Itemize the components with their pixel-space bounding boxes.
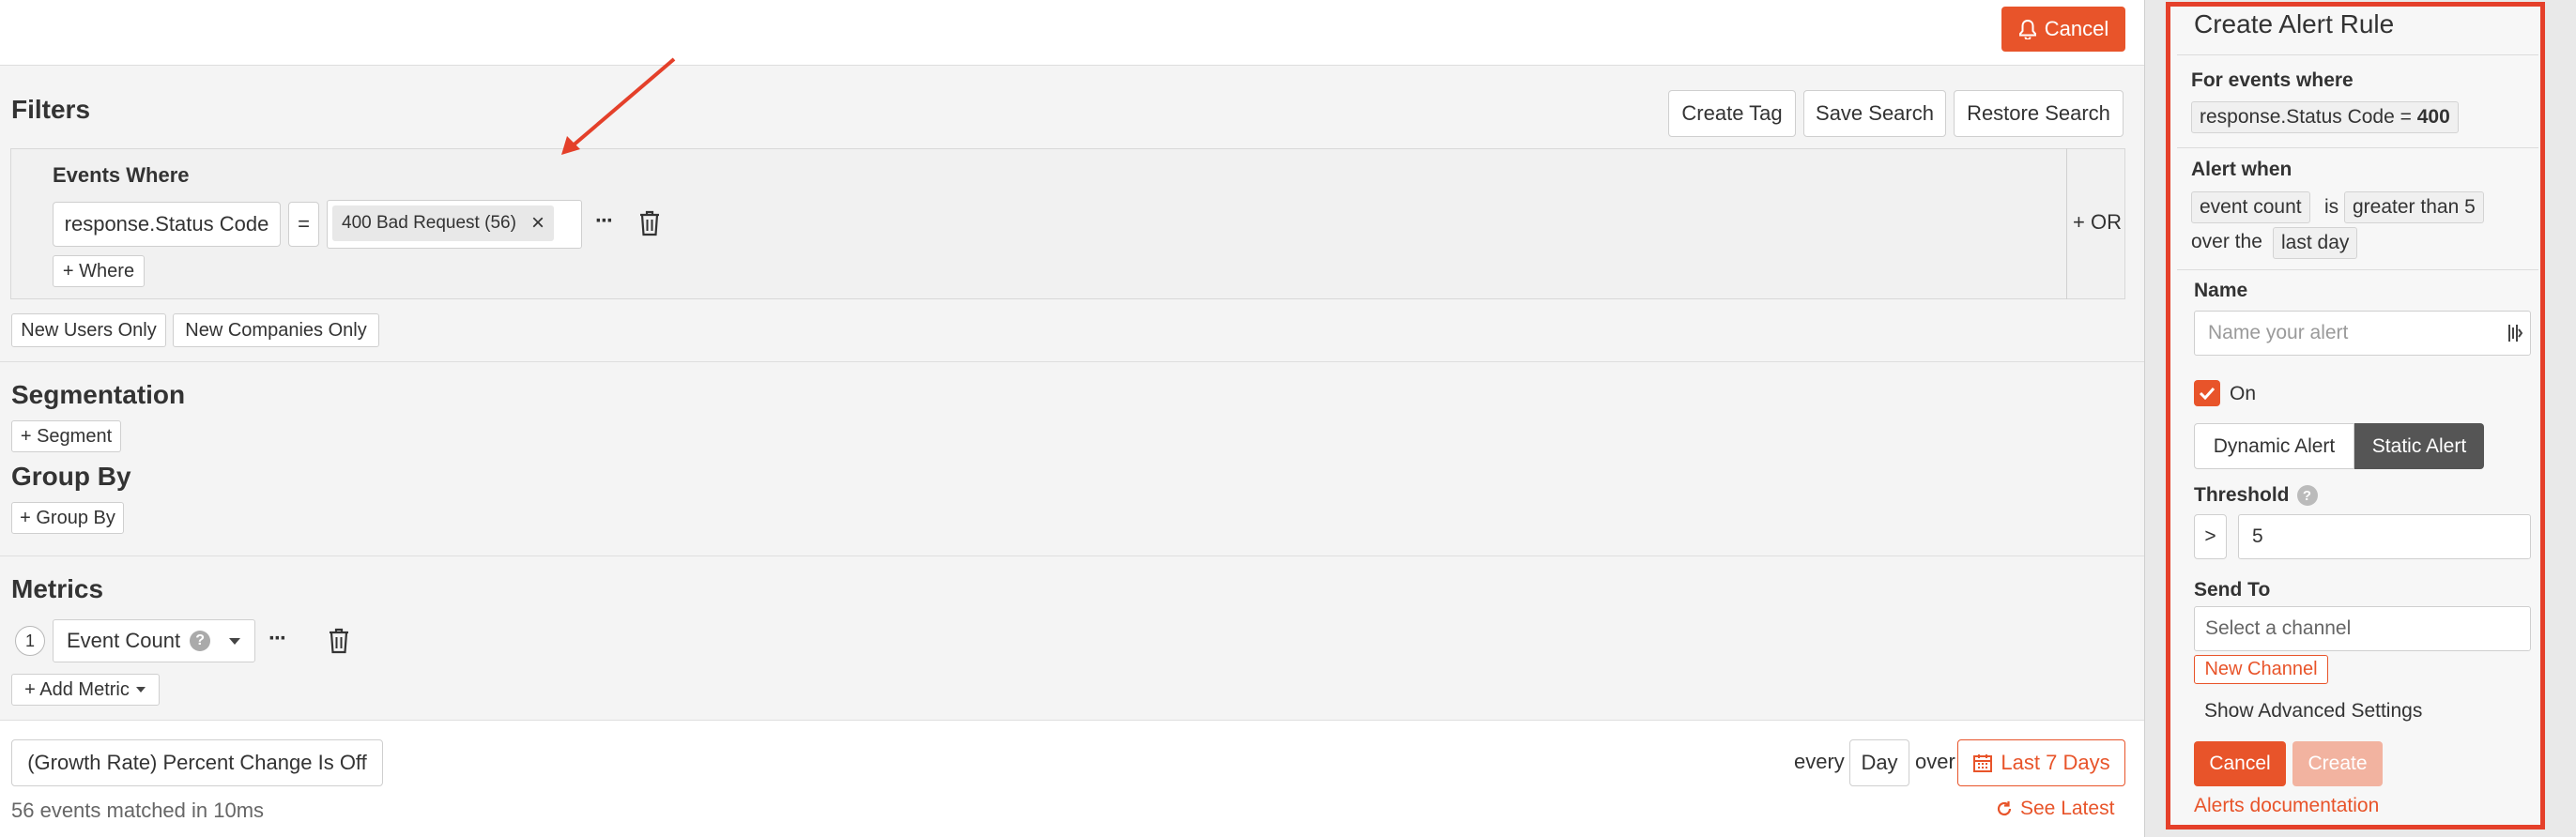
format-icon (2508, 325, 2522, 342)
threshold-operator-select[interactable]: > (2194, 514, 2227, 559)
see-latest-label: See Latest (2020, 798, 2115, 819)
condition-value: 400 (2416, 106, 2450, 128)
top-cancel-button[interactable]: Cancel (2001, 7, 2125, 52)
add-metric-label: + Add Metric (24, 678, 130, 700)
metric-trash-icon[interactable] (328, 628, 350, 654)
static-alert-button[interactable]: Static Alert (2354, 423, 2484, 469)
filter-field-select[interactable]: response.Status Code (53, 202, 281, 247)
filter-value-tag: 400 Bad Request (56) × (332, 205, 554, 241)
name-label: Name (2194, 280, 2248, 301)
metric-chip: event count (2191, 191, 2310, 223)
filter-box-divider (2066, 148, 2067, 299)
calendar-icon (1973, 754, 1993, 772)
add-segment-button[interactable]: + Segment (11, 420, 121, 452)
divider (0, 555, 2144, 556)
segmentation-title: Segmentation (11, 380, 186, 409)
refresh-icon (1997, 801, 2012, 816)
panel-cancel-button[interactable]: Cancel (2194, 741, 2286, 786)
send-to-label: Send To (2194, 579, 2271, 601)
metric-more-icon[interactable]: ··· (268, 626, 287, 652)
add-metric-button[interactable]: + Add Metric (11, 674, 160, 706)
help-icon: ? (2296, 485, 2318, 506)
new-users-only-toggle[interactable]: New Users Only (11, 313, 166, 347)
condition-chip: response.Status Code = 400 (2191, 101, 2459, 133)
remove-tag-icon[interactable]: × (531, 210, 544, 236)
metric-select[interactable]: Event Count ? (53, 619, 255, 662)
growth-rate-toggle[interactable]: (Growth Rate) Percent Change Is Off (11, 739, 383, 786)
alert-when-label: Alert when (2191, 159, 2292, 180)
new-channel-button[interactable]: New Channel (2194, 655, 2328, 684)
help-icon: ? (190, 631, 211, 651)
date-range-button[interactable]: Last 7 Days (1957, 739, 2125, 786)
alert-name-placeholder: Name your alert (2208, 322, 2349, 343)
save-search-button[interactable]: Save Search (1803, 90, 1946, 137)
add-group-by-button[interactable]: + Group By (11, 502, 124, 534)
group-by-title: Group By (11, 462, 131, 491)
chevron-down-icon (135, 687, 146, 692)
panel-create-button[interactable]: Create (2292, 741, 2383, 786)
metrics-title: Metrics (11, 574, 104, 603)
every-label: every (1794, 750, 1845, 773)
bell-icon (2018, 19, 2036, 39)
date-range-label: Last 7 Days (2001, 751, 2110, 774)
create-tag-button[interactable]: Create Tag (1668, 90, 1796, 137)
is-label: is (2324, 196, 2339, 218)
channel-select[interactable]: Select a channel (2194, 606, 2531, 651)
panel-divider (2177, 269, 2538, 270)
chevron-down-icon (229, 638, 240, 645)
alert-name-input[interactable]: Name your alert (2194, 311, 2531, 356)
add-or-button[interactable]: + OR (2073, 210, 2122, 235)
check-icon (2199, 387, 2216, 400)
dynamic-alert-button[interactable]: Dynamic Alert (2194, 423, 2354, 469)
metric-name: Event Count (67, 629, 181, 652)
divider (0, 361, 2144, 362)
advanced-settings-link[interactable]: Show Advanced Settings (2204, 700, 2422, 723)
for-events-where-label: For events where (2191, 69, 2354, 91)
filter-value-label: 400 Bad Request (56) (342, 213, 516, 233)
panel-divider (2177, 54, 2538, 55)
events-where-label: Events Where (53, 163, 190, 187)
new-companies-only-toggle[interactable]: New Companies Only (173, 313, 379, 347)
threshold-value: 5 (2252, 525, 2263, 547)
on-label: On (2230, 383, 2257, 404)
panel-title: Create Alert Rule (2194, 9, 2395, 38)
add-where-button[interactable]: + Where (53, 255, 145, 287)
matched-status: 56 events matched in 10ms (11, 799, 265, 822)
annotation-arrow (561, 57, 676, 155)
interval-select[interactable]: Day (1849, 739, 1909, 786)
channel-placeholder: Select a channel (2205, 617, 2352, 639)
panel-divider (2177, 147, 2538, 148)
threshold-row: Threshold ? (2194, 484, 2318, 507)
threshold-label: Threshold (2194, 484, 2290, 506)
filter-more-icon[interactable]: ··· (595, 208, 614, 235)
filter-trash-icon[interactable] (638, 210, 661, 236)
comparison-chip: greater than 5 (2344, 191, 2484, 223)
restore-search-button[interactable]: Restore Search (1954, 90, 2124, 137)
filters-title: Filters (11, 95, 91, 124)
threshold-input[interactable]: 5 (2238, 514, 2531, 559)
on-checkbox[interactable] (2194, 380, 2220, 406)
top-cancel-label: Cancel (2044, 17, 2109, 40)
top-bar (0, 0, 2144, 66)
over-label: over (1915, 750, 1955, 773)
condition-text: response.Status Code = (2200, 106, 2417, 128)
metric-index-badge: 1 (15, 626, 45, 656)
period-chip: last day (2273, 227, 2358, 259)
metric-index: 1 (24, 631, 35, 650)
see-latest-link[interactable]: See Latest (1996, 798, 2114, 820)
over-the-label: over the (2191, 231, 2262, 252)
alerts-documentation-link[interactable]: Alerts documentation (2194, 795, 2379, 817)
filter-operator-select[interactable]: = (288, 202, 319, 247)
